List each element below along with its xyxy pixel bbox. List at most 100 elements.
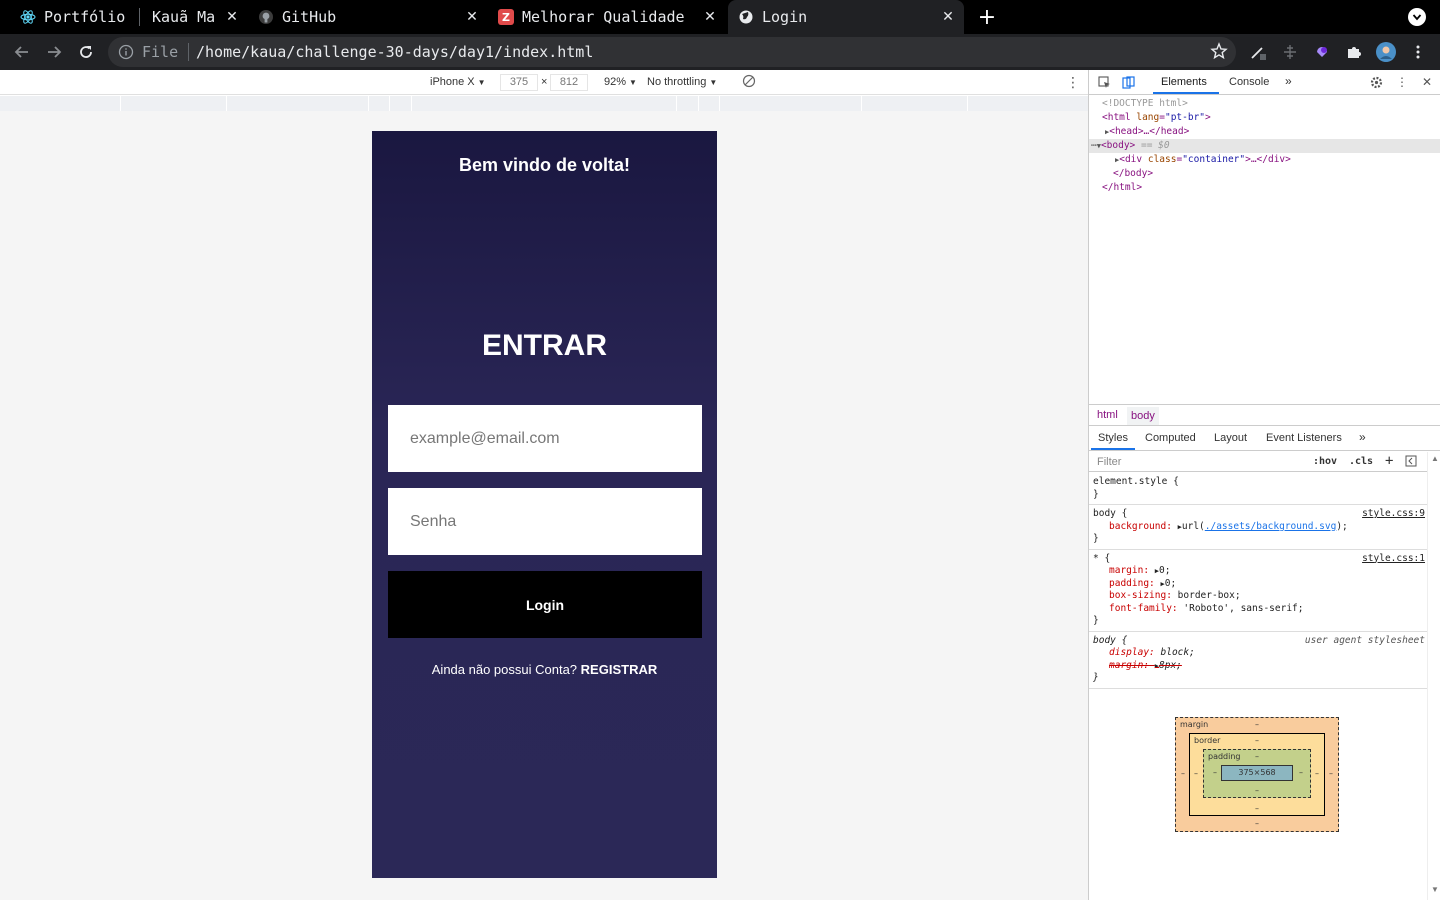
devtools-menu-icon[interactable]: ⋮ <box>1395 75 1409 89</box>
margin-right-value: – <box>1329 769 1333 778</box>
rule-body[interactable]: body { style.css:9 background: ▶url(./as… <box>1089 505 1427 550</box>
tab-search-button[interactable] <box>1408 8 1426 26</box>
rule-element-style[interactable]: element.style { } <box>1089 473 1427 505</box>
breadcrumb-body[interactable]: body <box>1127 407 1159 425</box>
hov-toggle[interactable]: :hov <box>1313 456 1337 467</box>
dom-html-close[interactable]: </html> <box>1089 181 1440 195</box>
more-tabs-icon[interactable]: » <box>1359 430 1366 444</box>
media-segment[interactable] <box>389 96 390 111</box>
close-icon[interactable]: ✕ <box>462 7 482 27</box>
extensions-puzzle-icon[interactable] <box>1344 42 1364 62</box>
media-segment[interactable] <box>411 96 412 111</box>
close-devtools-icon[interactable]: ✕ <box>1420 75 1434 89</box>
close-icon[interactable]: ✕ <box>700 7 720 27</box>
dom-body[interactable]: ⋯▼<body> == $0 <box>1089 139 1440 153</box>
styles-filter-input[interactable]: Filter <box>1097 456 1121 468</box>
prop-font-family[interactable]: font-family: 'Roboto', sans-serif; <box>1093 603 1423 616</box>
rotate-icon[interactable] <box>742 74 756 91</box>
box-model-content[interactable]: 375×568 <box>1221 765 1293 781</box>
cls-toggle[interactable]: .cls <box>1349 456 1373 467</box>
device-select[interactable]: iPhone X ▼ <box>430 76 486 88</box>
browser-menu-icon[interactable] <box>1408 42 1428 62</box>
pen-extension-icon[interactable] <box>1248 42 1268 62</box>
scroll-up-icon[interactable]: ▲ <box>1431 454 1439 463</box>
rule-source-link[interactable]: style.css:1 <box>1362 553 1425 566</box>
password-field[interactable] <box>388 488 702 555</box>
dom-doctype[interactable]: <!DOCTYPE html> <box>1089 97 1440 111</box>
device-toggle-icon[interactable] <box>1121 75 1135 89</box>
rule-source-link[interactable]: style.css:9 <box>1362 508 1425 521</box>
box-model-padding[interactable]: padding – – – – 375×568 <box>1203 749 1311 798</box>
prop-margin[interactable]: margin: ▶0; <box>1093 565 1423 578</box>
url-text[interactable]: /home/kaua/challenge-30-days/day1/index.… <box>196 43 593 61</box>
scroll-down-icon[interactable]: ▼ <box>1431 885 1439 894</box>
rule-user-agent-body[interactable]: body { user agent stylesheet display: bl… <box>1089 632 1427 689</box>
media-segment[interactable] <box>226 96 227 111</box>
address-bar[interactable]: File /home/kaua/challenge-30-days/day1/i… <box>108 37 1236 67</box>
media-segment[interactable] <box>861 96 862 111</box>
browser-toolbar: File /home/kaua/challenge-30-days/day1/i… <box>0 34 1440 70</box>
device-toolbar: iPhone X ▼ 375 × 812 92% ▼ No throttling ▼ … <box>0 70 1088 95</box>
ruler-extension-icon[interactable] <box>1280 42 1300 62</box>
close-icon[interactable]: ✕ <box>938 7 958 27</box>
device-height-input[interactable]: 812 <box>550 74 588 91</box>
prop-padding[interactable]: padding: ▶0; <box>1093 578 1423 591</box>
media-segment[interactable] <box>368 96 369 111</box>
toggle-sidebar-icon[interactable] <box>1405 455 1417 470</box>
breadcrumb-html[interactable]: html <box>1097 409 1118 421</box>
add-rule-icon[interactable]: + <box>1385 453 1393 469</box>
gear-icon[interactable] <box>1369 75 1383 89</box>
prop-value: border-box; <box>1177 590 1241 601</box>
tab-event-listeners[interactable]: Event Listeners <box>1266 432 1342 444</box>
tab-melhorar-qualidade[interactable]: Z Melhorar Qualidade ✕ <box>488 0 726 34</box>
bookmark-star-icon[interactable] <box>1210 42 1228 65</box>
close-icon[interactable]: ✕ <box>222 7 242 27</box>
tab-console[interactable]: Console <box>1229 76 1269 88</box>
login-button[interactable]: Login <box>388 571 702 638</box>
dom-div-container[interactable]: ▶<div class="container">…</div> <box>1089 153 1440 167</box>
tab-kaua[interactable]: Kauã Ma ✕ <box>140 0 248 34</box>
device-width-input[interactable]: 375 <box>500 74 538 91</box>
background-url-link[interactable]: ./assets/background.svg <box>1205 521 1337 532</box>
box-model-border-label: border <box>1194 736 1221 745</box>
prop-display[interactable]: display: block; <box>1093 647 1423 660</box>
more-tabs-icon[interactable]: » <box>1285 74 1292 88</box>
media-query-bar[interactable] <box>0 96 1088 111</box>
box-model-margin[interactable]: margin – – – – border – – – – padding – … <box>1175 717 1339 832</box>
tab-elements[interactable]: Elements <box>1161 76 1207 88</box>
prop-box-sizing[interactable]: box-sizing: border-box; <box>1093 590 1423 603</box>
media-segment[interactable] <box>967 96 968 111</box>
forward-button[interactable] <box>42 40 66 64</box>
media-segment[interactable] <box>120 96 121 111</box>
device-more-icon[interactable]: ⋮ <box>1066 75 1080 89</box>
media-segment[interactable] <box>698 96 699 111</box>
purple-extension-icon[interactable] <box>1312 42 1332 62</box>
prop-background[interactable]: background: ▶url(./assets/background.svg… <box>1093 521 1423 534</box>
media-segment[interactable] <box>719 96 720 111</box>
zoom-select[interactable]: 92% ▼ <box>604 76 637 88</box>
email-field[interactable] <box>388 405 702 472</box>
back-button[interactable] <box>10 40 34 64</box>
styles-scrollbar[interactable]: ▲ ▼ <box>1427 452 1440 900</box>
register-link[interactable]: REGISTRAR <box>581 662 658 677</box>
profile-avatar-icon[interactable] <box>1376 42 1396 62</box>
box-model-border[interactable]: border – – – – padding – – – – 375×568 <box>1189 733 1325 816</box>
new-tab-button[interactable]: + <box>974 5 1000 30</box>
rule-universal[interactable]: * { style.css:1 margin: ▶0; padding: ▶0;… <box>1089 550 1427 632</box>
throttling-select[interactable]: No throttling ▼ <box>647 76 717 88</box>
reload-button[interactable] <box>74 40 98 64</box>
tab-portfolio[interactable]: Portfólio <box>0 0 144 34</box>
tab-layout[interactable]: Layout <box>1214 432 1247 444</box>
tab-styles[interactable]: Styles <box>1098 432 1128 444</box>
dom-body-close[interactable]: </body> <box>1089 167 1440 181</box>
prop-margin-overridden[interactable]: margin: ▶8px; <box>1093 660 1423 673</box>
prop-value: block; <box>1160 647 1195 658</box>
dom-head[interactable]: ▶<head>…</head> <box>1089 125 1440 139</box>
tab-github[interactable]: GitHub ✕ <box>248 0 488 34</box>
info-icon[interactable] <box>118 44 134 65</box>
media-segment[interactable] <box>676 96 677 111</box>
tab-computed[interactable]: Computed <box>1145 432 1196 444</box>
inspect-element-icon[interactable] <box>1097 75 1111 89</box>
tab-login[interactable]: Login ✕ <box>728 0 964 34</box>
dom-html[interactable]: <html lang="pt-br"> <box>1089 111 1440 125</box>
